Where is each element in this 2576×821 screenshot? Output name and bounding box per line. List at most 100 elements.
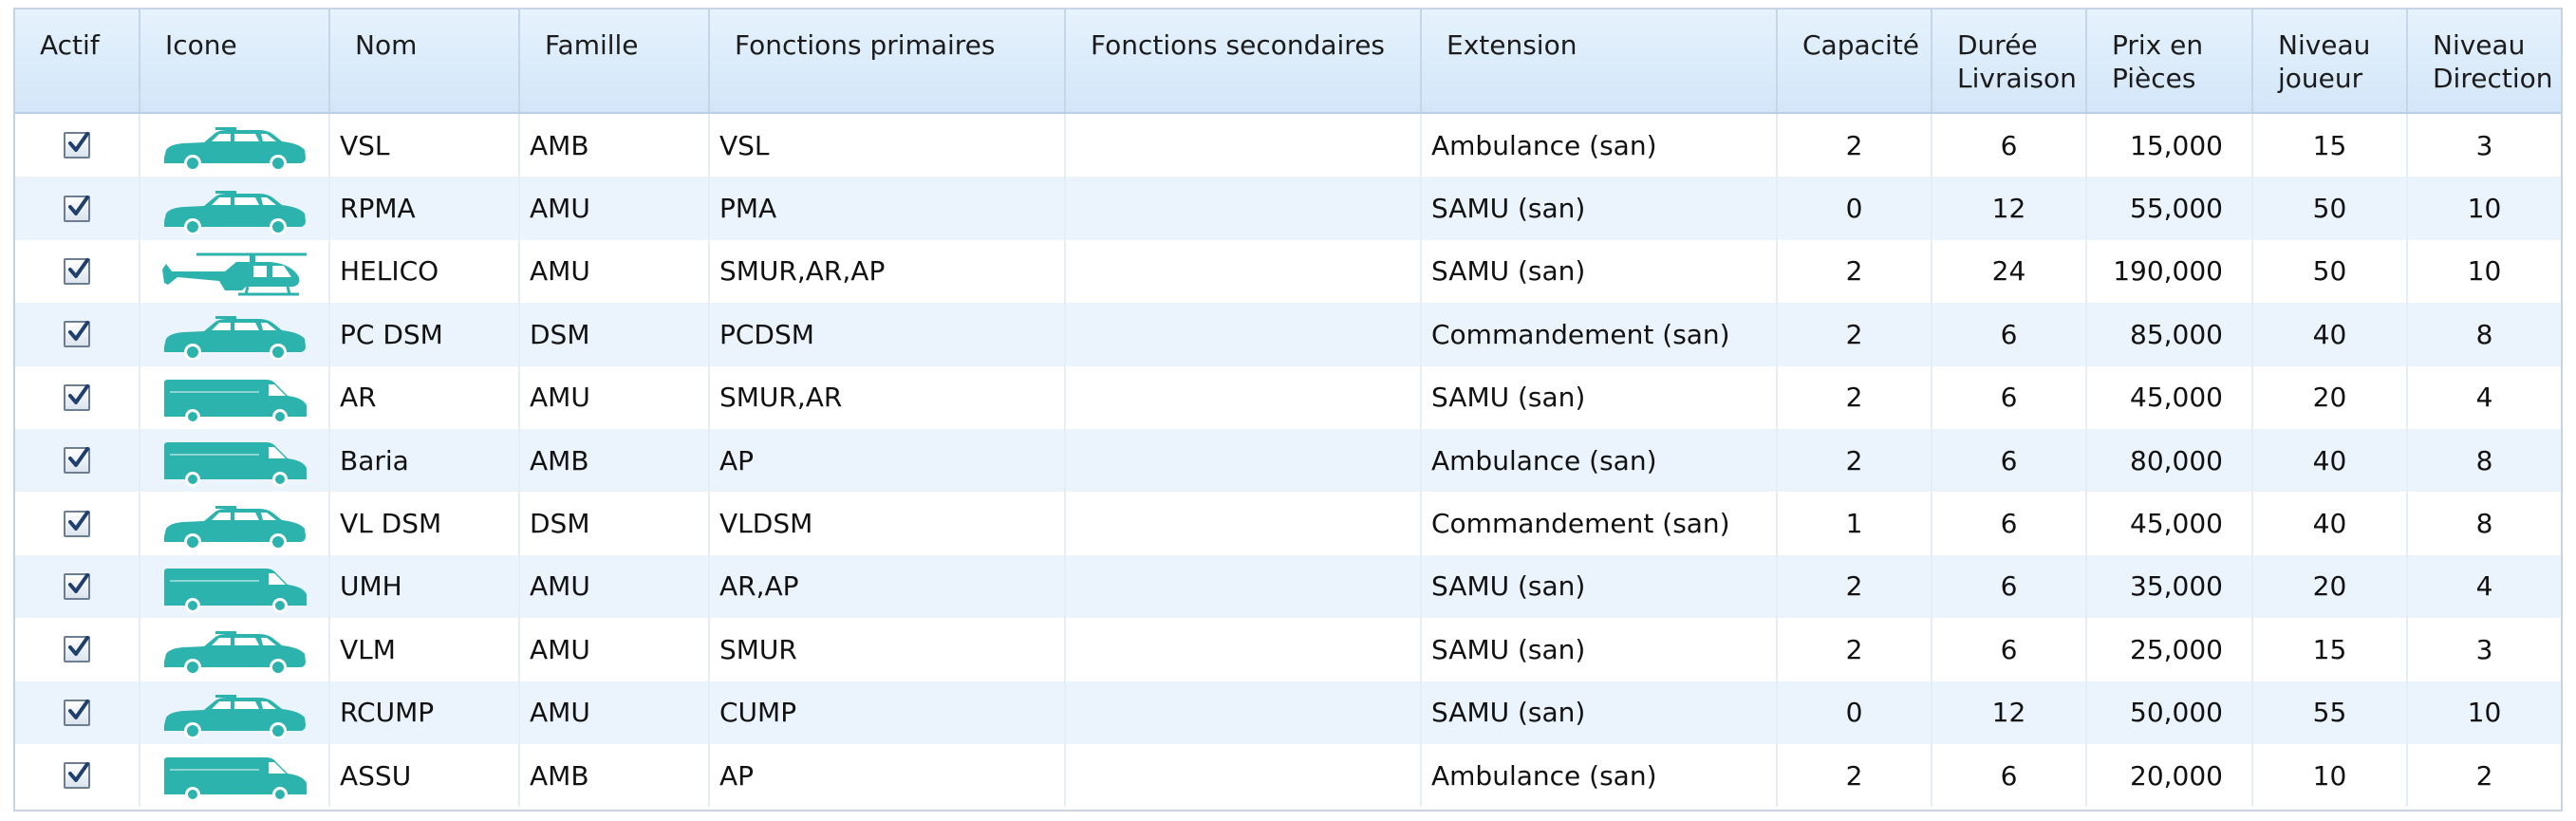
table-row[interactable]: VL DSM DSM VLDSM Commandement (san) 1 6 45,000… [15,492,2561,555]
actif-checkbox[interactable] [64,699,90,726]
table-row[interactable]: HELICO AMU SMUR,AR,AP SAMU (san) 2 24 190,000 5… [15,239,2561,304]
actif-cell [15,681,140,744]
nom-cell: PC DSM [329,303,520,366]
extension-cell: Ambulance (san) [1421,113,1778,177]
actif-cell [15,618,140,681]
col-header-niveau-direction[interactable]: Niveau Direction [2407,9,2561,114]
car-icon [140,629,327,676]
nom-cell: VLM [329,618,520,681]
fonctions-secondaires-cell [1065,177,1422,240]
fonctions-secondaires-cell [1065,113,1422,177]
table-row[interactable]: VSL AMB VSL Ambulance (san) 2 6 15,000 15 3 [15,113,2561,177]
col-header-niveau-joueur[interactable]: Niveau joueur [2252,9,2408,114]
niveau-direction-cell: 10 [2407,177,2561,240]
table-row[interactable]: PC DSM DSM PCDSM Commandement (san) 2 6 85,000… [15,303,2561,366]
nom-cell: VSL [329,113,520,177]
col-header-capacite[interactable]: Capacité [1777,9,1932,114]
niveau-direction-cell: 8 [2475,508,2493,540]
fonctions-secondaires-cell [1065,618,1422,681]
nom-cell: Baria [329,428,520,493]
fonctions-primaires-cell: AR,AP [709,554,1066,619]
niveau-direction-cell: 8 [2407,303,2561,366]
fonctions-secondaires-cell [1065,303,1422,366]
niveau-joueur-cell: 20 [2252,554,2408,619]
fonctions-secondaires-cell [1065,428,1422,493]
car-icon [140,693,327,738]
nom-cell: UMH [329,554,520,619]
capacite-cell: 2 [1777,303,1932,366]
fonctions-primaires-cell: SMUR,AR,AP [709,239,1066,304]
duree-livraison-cell: 6 [1932,428,2087,493]
actif-checkbox[interactable] [64,321,90,348]
capacite-cell: 2 [1777,428,1932,493]
icone-cell [140,743,330,808]
niveau-direction-cell: 2 [2475,759,2493,792]
col-header-niveau-joueur-line2: joueur [2278,63,2363,94]
table-row[interactable]: VLM AMU SMUR SAMU (san) 2 6 25,000 15 3 [15,618,2561,681]
col-header-niveau-direction-line2: Direction [2433,63,2553,94]
table-row[interactable]: ASSU AMB AP Ambulance (san) 2 6 20,000 10 2 [15,743,2561,808]
helicopter-icon [140,251,327,298]
col-header-extension[interactable]: Extension [1421,9,1778,114]
famille-cell: AMB [519,113,710,177]
table-row[interactable]: UMH AMU AR,AP SAMU (san) 2 6 35,000 20 4 [15,554,2561,619]
col-header-duree-line2: Livraison [1957,63,2077,94]
actif-checkbox[interactable] [64,447,90,475]
fonctions-secondaires-cell [1065,239,1422,304]
table-row[interactable]: AR AMU SMUR,AR SAMU (san) 2 6 45,000 20 4 [15,365,2561,429]
niveau-direction-cell: 10 [2467,255,2502,288]
duree-livraison-cell: 6 [1932,618,2087,681]
col-header-nom[interactable]: Nom [329,9,520,114]
prix-cell: 15,000 [2086,113,2253,177]
famille-cell: AMU [519,177,710,240]
fonctions-primaires-cell: SMUR,AR [709,365,1066,429]
col-header-duree-livraison[interactable]: Durée Livraison [1932,9,2087,114]
col-header-prix[interactable]: Prix en Pièces [2086,9,2253,114]
fonctions-primaires-cell: PMA [709,177,1066,240]
niveau-direction-cell: 8 [2407,428,2561,493]
capacite-cell: 0 [1777,681,1932,744]
famille-cell: AMB [519,743,710,808]
niveau-direction-cell: 3 [2475,633,2493,665]
niveau-direction-cell: 4 [2407,554,2561,619]
col-header-fonctions-primaires[interactable]: Fonctions primaires [709,9,1066,114]
col-header-famille[interactable]: Famille [519,9,710,114]
actif-checkbox[interactable] [64,383,90,411]
col-header-prix-line2: Pièces [2112,63,2196,94]
actif-checkbox[interactable] [64,572,90,600]
capacite-cell: 2 [1777,618,1932,681]
table-row[interactable]: RPMA AMU PMA SAMU (san) 0 12 55,000 50 10 [15,177,2561,240]
prix-cell: 80,000 [2086,428,2253,493]
table-row[interactable]: Baria AMB AP Ambulance (san) 2 6 80,000 40 8 [15,428,2561,493]
car-icon [140,504,327,550]
niveau-joueur-cell: 15 [2252,618,2408,681]
header-row: Actif Icone Nom Famille Fonctions primai… [15,9,2561,114]
fonctions-primaires-cell: CUMP [709,681,1066,744]
actif-checkbox[interactable] [64,132,90,159]
extension-cell: Commandement (san) [1421,492,1778,555]
col-header-fonctions-secondaires[interactable]: Fonctions secondaires [1065,9,1422,114]
col-header-actif[interactable]: Actif [15,9,140,114]
extension-cell: SAMU (san) [1421,365,1778,429]
actif-cell [15,554,140,619]
col-header-icone[interactable]: Icone [140,9,330,114]
actif-checkbox[interactable] [64,510,90,537]
table-row[interactable]: RCUMP AMU CUMP SAMU (san) 0 12 50,000 55 10 [15,681,2561,744]
extension-cell: SAMU (san) [1421,177,1778,240]
icone-cell [140,681,330,744]
nom-cell: ASSU [329,743,520,808]
prix-cell: 55,000 [2086,177,2253,240]
actif-checkbox[interactable] [64,762,90,790]
icone-cell [140,554,330,619]
famille-cell: AMU [519,618,710,681]
actif-checkbox[interactable] [64,636,90,663]
niveau-joueur-cell: 10 [2252,743,2408,808]
actif-checkbox[interactable] [64,257,90,285]
famille-cell: AMU [519,554,710,619]
duree-livraison-cell: 6 [1932,492,2087,555]
famille-cell: AMB [519,428,710,493]
duree-livraison-cell: 6 [1932,365,2087,429]
actif-checkbox[interactable] [64,195,90,222]
fonctions-primaires-cell: VLDSM [709,492,1066,555]
extension-cell: Commandement (san) [1421,303,1778,366]
